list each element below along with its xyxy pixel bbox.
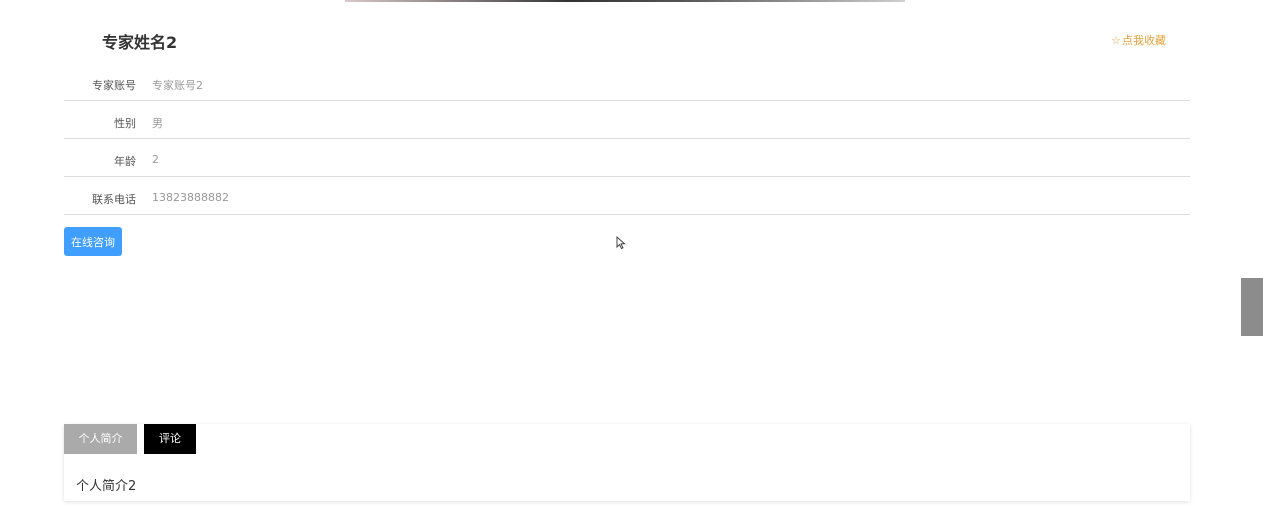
tab-intro[interactable]: 个人简介 (64, 424, 137, 454)
field-label: 联系电话 (92, 193, 136, 206)
tabs-panel: 个人简介 评论 个人简介2 (64, 424, 1190, 501)
side-float-tab[interactable] (1241, 278, 1263, 336)
intro-content: 个人简介2 (76, 479, 137, 494)
info-row-gender: 性别 男 (64, 102, 1190, 139)
info-row-phone: 联系电话 13823888882 (64, 178, 1190, 215)
field-value: 2 (152, 153, 159, 166)
info-row-age: 年龄 2 (64, 140, 1190, 177)
field-value: 专家账号2 (152, 79, 203, 92)
field-value: 男 (152, 117, 163, 130)
field-label: 年龄 (114, 155, 136, 168)
field-value: 13823888882 (152, 191, 229, 204)
collect-button[interactable]: ☆ 点我收藏 (1111, 32, 1166, 48)
mouse-cursor-icon (616, 236, 626, 250)
online-consult-button[interactable]: 在线咨询 (64, 227, 122, 256)
tab-comment[interactable]: 评论 (144, 424, 196, 454)
info-row-account: 专家账号 专家账号2 (64, 64, 1190, 101)
banner-image-edge (345, 0, 905, 2)
collect-label: 点我收藏 (1122, 34, 1166, 47)
field-label: 专家账号 (92, 79, 136, 92)
expert-name-title: 专家姓名2 (102, 33, 178, 52)
star-outline-icon: ☆ (1111, 33, 1121, 47)
field-label: 性别 (114, 117, 136, 130)
